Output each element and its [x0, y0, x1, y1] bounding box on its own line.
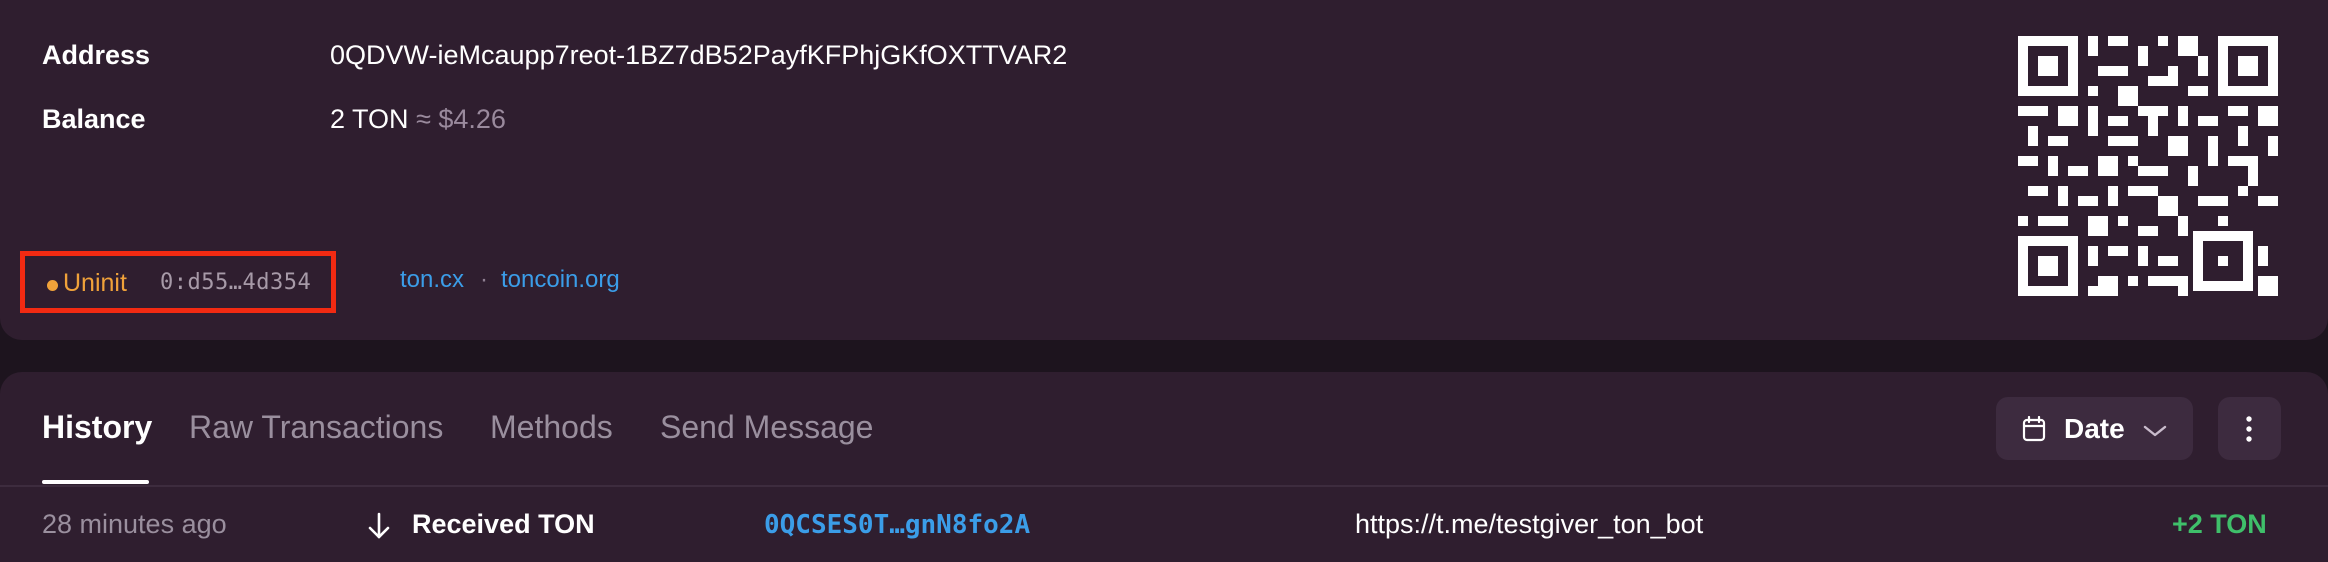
tab-send-message[interactable]: Send Message: [660, 409, 873, 446]
tab-methods[interactable]: Methods: [490, 409, 613, 446]
tx-action: Received TON: [412, 509, 595, 539]
link-ton-cx[interactable]: ton.cx: [400, 266, 464, 294]
tx-comment: https://t.me/testgiver_ton_bot: [1355, 509, 1704, 539]
tx-counterparty-link[interactable]: 0QCSES0T…gnN8fo2A: [764, 510, 1030, 540]
balance-fiat: ≈ $4.26: [416, 104, 506, 134]
tabs-divider: [0, 485, 2328, 487]
account-card: Address 0QDVW-ieMcaupp7reot-1BZ7dB52Payf…: [0, 0, 2328, 340]
link-separator: ·: [480, 266, 488, 293]
arrow-down-icon: [368, 512, 390, 539]
qr-code-icon[interactable]: [2018, 36, 2278, 296]
raw-address[interactable]: 0:d55…4d354: [160, 270, 311, 295]
tx-amount: +2 TON: [2172, 509, 2267, 539]
status-highlight-box: Uninit 0:d55…4d354: [20, 251, 336, 313]
balance-value: 2 TON ≈ $4.26: [330, 104, 506, 135]
chevron-down-icon: [2143, 425, 2167, 437]
balance-ton: 2 TON: [330, 104, 409, 134]
date-filter-button[interactable]: Date: [1996, 397, 2193, 460]
tab-raw-transactions[interactable]: Raw Transactions: [189, 409, 443, 446]
more-vertical-icon: [2246, 416, 2252, 442]
tx-time: 28 minutes ago: [42, 509, 227, 539]
history-card: History Raw Transactions Methods Send Me…: [0, 372, 2328, 562]
address-value[interactable]: 0QDVW-ieMcaupp7reot-1BZ7dB52PayfKFPhjGKf…: [330, 40, 1067, 71]
status-dot-icon: [47, 280, 58, 291]
calendar-icon: [2022, 416, 2046, 442]
balance-label: Balance: [42, 104, 146, 134]
link-toncoin-org[interactable]: toncoin.org: [501, 266, 620, 294]
tab-history[interactable]: History: [42, 409, 152, 446]
date-filter-label: Date: [2064, 413, 2125, 444]
active-tab-indicator: [42, 480, 149, 484]
more-options-button[interactable]: [2218, 397, 2281, 460]
status-badge: Uninit: [63, 269, 127, 297]
address-label: Address: [42, 40, 151, 70]
